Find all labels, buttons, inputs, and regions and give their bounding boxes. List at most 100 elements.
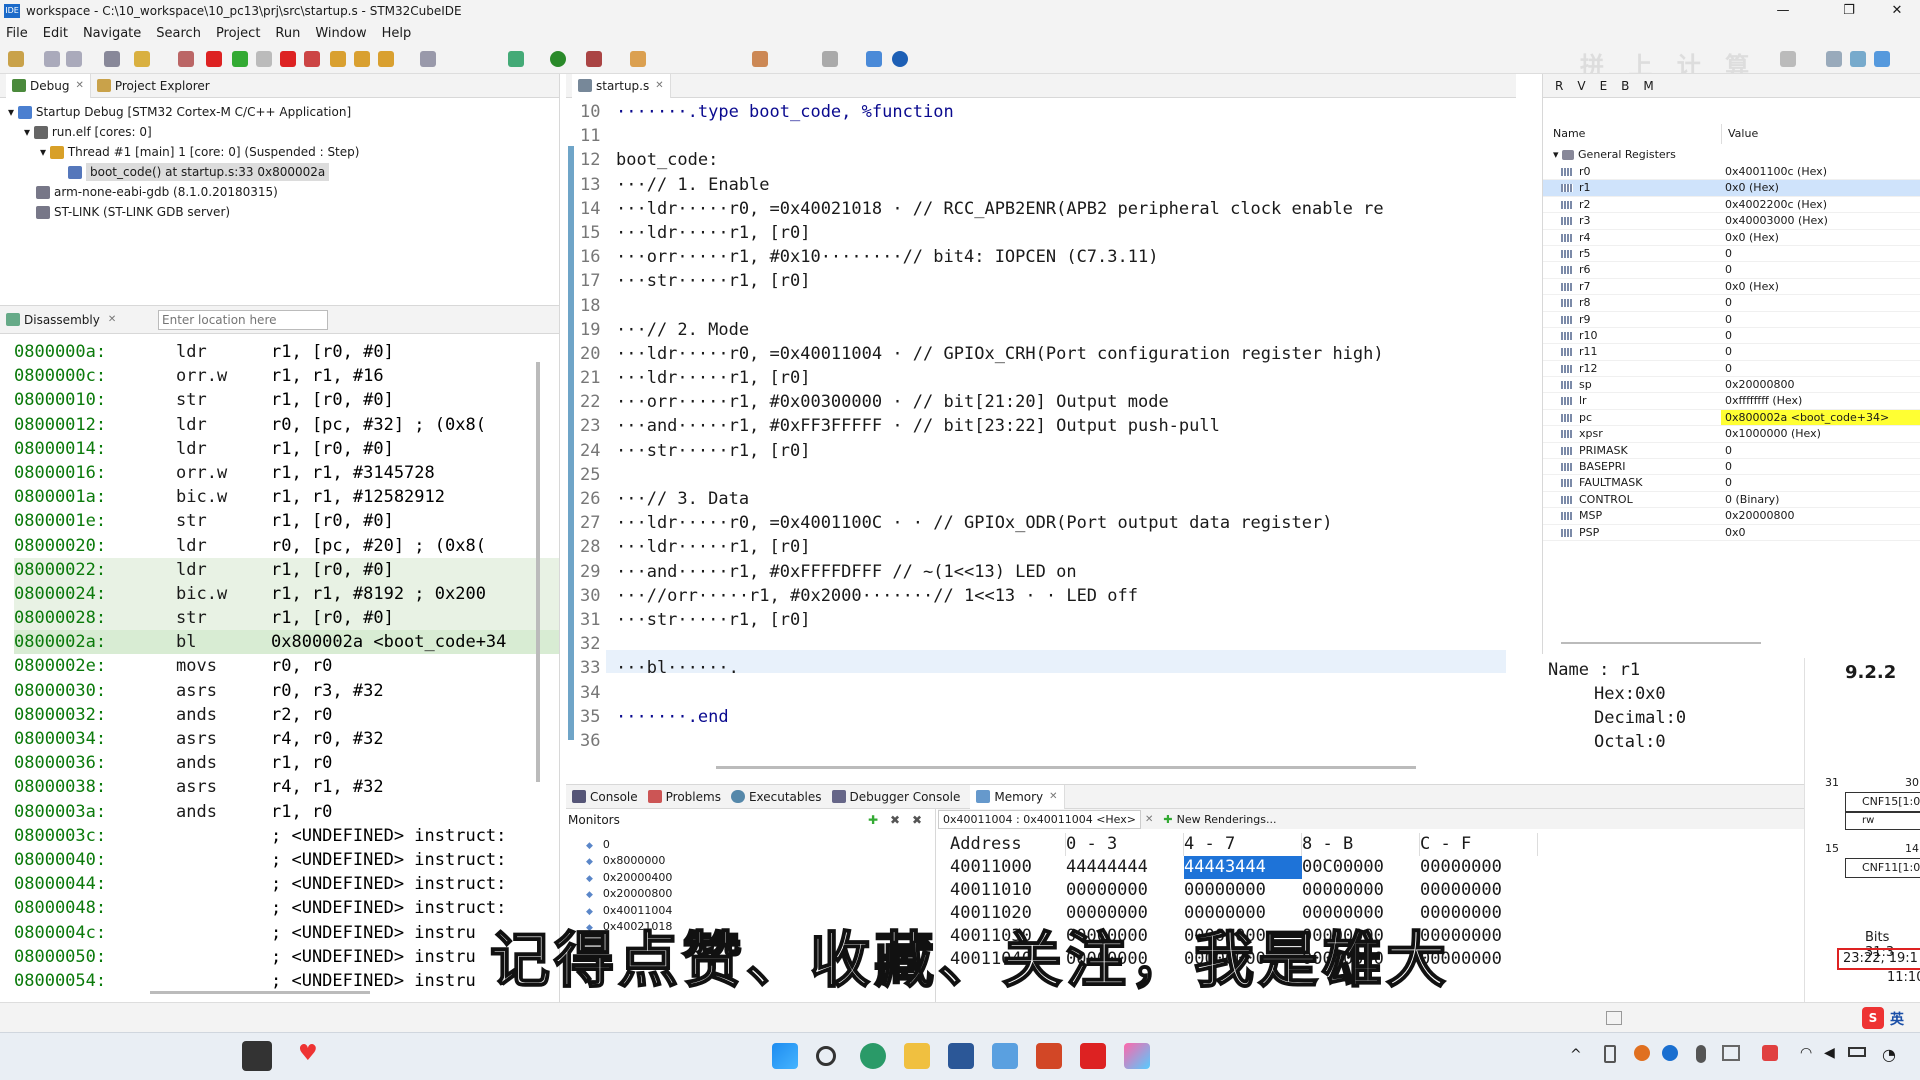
input-icon[interactable] bbox=[1722, 1045, 1740, 1061]
word-icon[interactable] bbox=[948, 1043, 974, 1069]
forward-icon[interactable] bbox=[822, 51, 838, 67]
memory-col-header[interactable]: 4 - 7 bbox=[1184, 833, 1302, 856]
disassembly-row[interactable]: 08000028: str r1, [r0, #0] bbox=[14, 606, 559, 631]
register-row-msp[interactable]: MSP 0x20000800 bbox=[1543, 508, 1920, 525]
memory-col-header[interactable]: Address bbox=[938, 833, 1066, 856]
disassembly-row[interactable]: 0800002e: movs r0, r0 bbox=[14, 654, 559, 678]
menu-edit[interactable]: Edit bbox=[43, 26, 68, 41]
h-scrollbar[interactable] bbox=[716, 766, 1416, 769]
register-value[interactable]: 0 bbox=[1721, 344, 1920, 359]
disassembly-row[interactable]: 08000044: ; <UNDEFINED> instruct: bbox=[14, 872, 559, 896]
save-all-icon[interactable] bbox=[66, 51, 82, 67]
code-line[interactable]: 16 ···orr·····r1, #0x10········// bit4: I… bbox=[576, 245, 1676, 269]
register-row-r9[interactable]: r9 0 bbox=[1543, 312, 1920, 328]
disassembly-row[interactable]: 08000022: ldr r1, [r0, #0] bbox=[14, 557, 559, 582]
windows-start-icon[interactable] bbox=[772, 1043, 798, 1069]
code-line[interactable]: 30 ···//orr·····r1, #0x2000·······// 1<<1… bbox=[576, 584, 1676, 608]
register-row-psp[interactable]: PSP 0x0 bbox=[1543, 525, 1920, 541]
code-line[interactable]: 24 ···str·····r1, [r0] bbox=[576, 439, 1676, 463]
disassembly-row[interactable]: 0800000c: orr.w r1, r1, #16 bbox=[14, 364, 559, 388]
tab-console[interactable]: Console bbox=[590, 790, 638, 804]
register-value[interactable]: 0 bbox=[1721, 459, 1920, 474]
register-row-r4[interactable]: r4 0x0 (Hex) bbox=[1543, 230, 1920, 246]
code-line[interactable]: 19 ···// 2. Mode bbox=[576, 318, 1676, 342]
tab-project-explorer[interactable]: Project Explorer bbox=[91, 74, 216, 98]
code-line[interactable]: 34 bbox=[576, 681, 1676, 705]
disassembly-row[interactable]: 08000032: ands r2, r0 bbox=[14, 703, 559, 727]
register-value[interactable]: 0x800002a <boot_code+34> bbox=[1721, 409, 1920, 426]
register-value[interactable]: 0x20000800 bbox=[1721, 377, 1920, 392]
memory-cell[interactable]: 00000000 bbox=[1184, 879, 1302, 902]
skip-breakpoints-icon[interactable] bbox=[206, 51, 222, 67]
menu-project[interactable]: Project bbox=[216, 26, 260, 41]
register-value[interactable]: 0x20000800 bbox=[1721, 508, 1920, 523]
monitor-item[interactable]: ◆ 0x8000000 bbox=[586, 853, 672, 869]
disassembly-row[interactable]: 08000030: asrs r0, r3, #32 bbox=[14, 679, 559, 703]
code-line[interactable]: 18 bbox=[576, 294, 1676, 318]
powerpoint-icon[interactable] bbox=[1036, 1043, 1062, 1069]
perspective-cpp-icon[interactable] bbox=[1826, 51, 1842, 67]
stm32cubeide-icon[interactable] bbox=[992, 1043, 1018, 1069]
register-row-r5[interactable]: r5 0 bbox=[1543, 246, 1920, 263]
tab-variables[interactable]: V bbox=[1577, 79, 1585, 93]
disassembly-row[interactable]: 0800000a: ldr r1, [r0, #0] bbox=[14, 340, 559, 364]
register-row-r7[interactable]: r7 0x0 (Hex) bbox=[1543, 279, 1920, 296]
disassembly-row[interactable]: 08000012: ldr r0, [pc, #32] ; (0x8( bbox=[14, 413, 559, 437]
close-icon[interactable]: ✕ bbox=[108, 314, 116, 325]
memory-col-header[interactable]: C - F bbox=[1420, 833, 1538, 856]
tree-gdb[interactable]: arm-none-eabi-gdb (8.1.0.20180315) bbox=[0, 182, 559, 202]
monitor-item[interactable]: ◆ 0 bbox=[586, 837, 672, 853]
tab-startup-s[interactable]: startup.s ✕ bbox=[572, 73, 671, 98]
code-line[interactable]: 28 ···ldr·····r1, [r0] bbox=[576, 535, 1676, 559]
memory-cell[interactable]: 00C00000 bbox=[1302, 856, 1420, 879]
code-line[interactable]: 14 ···ldr·····r0, =0x40021018 · // RCC_AP… bbox=[576, 197, 1676, 221]
search-icon[interactable] bbox=[816, 1046, 836, 1066]
memory-cell[interactable]: 44443444 bbox=[1184, 856, 1302, 879]
register-value[interactable]: 0x0 bbox=[1721, 525, 1920, 540]
disassembly-row[interactable]: 08000034: asrs r4, r0, #32 bbox=[14, 727, 559, 751]
print-icon[interactable] bbox=[104, 51, 120, 67]
register-value[interactable]: 0 bbox=[1721, 361, 1920, 376]
step-over-icon[interactable] bbox=[354, 51, 370, 67]
register-value[interactable]: 0x0 (Hex) bbox=[1721, 180, 1920, 195]
tab-registers[interactable]: R bbox=[1555, 79, 1563, 93]
code-line[interactable]: 10 ·······.type boot_code, %function bbox=[576, 100, 1676, 124]
terminate-icon[interactable] bbox=[280, 51, 296, 67]
disassembly-row[interactable]: 0800001a: bic.w r1, r1, #12582912 bbox=[14, 485, 559, 509]
edge-icon[interactable] bbox=[860, 1043, 886, 1069]
step-filter-icon[interactable] bbox=[178, 51, 194, 67]
microphone-icon[interactable] bbox=[1696, 1045, 1706, 1063]
pdf-icon[interactable] bbox=[1080, 1043, 1106, 1069]
menu-navigate[interactable]: Navigate bbox=[83, 26, 141, 41]
disassembly-row[interactable]: 08000016: orr.w r1, r1, #3145728 bbox=[14, 461, 559, 485]
register-value[interactable]: 0 (Binary) bbox=[1721, 492, 1920, 507]
maximize-button[interactable]: ❐ bbox=[1826, 0, 1872, 22]
memory-cell[interactable]: 00000000 bbox=[1066, 879, 1184, 902]
close-icon[interactable]: ✕ bbox=[655, 80, 663, 91]
usb-icon[interactable] bbox=[1604, 1045, 1616, 1063]
disassembly-row[interactable]: 08000050: ; <UNDEFINED> instru bbox=[14, 945, 559, 969]
scrollbar[interactable] bbox=[536, 362, 540, 782]
sogou-ime-icon[interactable]: S bbox=[1862, 1007, 1884, 1029]
menu-file[interactable]: File bbox=[6, 26, 28, 41]
heart-icon[interactable]: ♥ bbox=[298, 1041, 318, 1066]
register-value[interactable]: 0xffffffff (Hex) bbox=[1721, 393, 1920, 408]
memory-cell[interactable]: 00000000 bbox=[1302, 879, 1420, 902]
register-value[interactable]: 0x4001100c (Hex) bbox=[1721, 164, 1920, 179]
register-row-r1[interactable]: r1 0x0 (Hex) bbox=[1543, 180, 1920, 197]
code-line[interactable]: 35 ·······.end bbox=[576, 705, 1676, 729]
register-value[interactable]: 0 bbox=[1721, 246, 1920, 261]
memory-cell[interactable]: 00000000 bbox=[1420, 879, 1538, 902]
tray-chevron-icon[interactable]: ^ bbox=[1570, 1047, 1582, 1063]
memory-col-header[interactable]: 0 - 3 bbox=[1066, 833, 1184, 856]
register-row-control[interactable]: CONTROL 0 (Binary) bbox=[1543, 492, 1920, 509]
memory-col-header[interactable]: 8 - B bbox=[1302, 833, 1420, 856]
instruction-stepping-icon[interactable] bbox=[420, 51, 436, 67]
tab-memory[interactable]: Memory ✕ bbox=[970, 784, 1065, 809]
remove-all-icon[interactable]: ✖ bbox=[912, 813, 922, 827]
disconnect-icon[interactable] bbox=[304, 51, 320, 67]
register-row-xpsr[interactable]: xpsr 0x1000000 (Hex) bbox=[1543, 426, 1920, 443]
code-line[interactable]: 17 ···str·····r1, [r0] bbox=[576, 269, 1676, 293]
tree-frame[interactable]: boot_code() at startup.s:33 0x800002a bbox=[0, 162, 559, 182]
disassembly-row[interactable]: 08000024: bic.w r1, r1, #8192 ; 0x200 bbox=[14, 581, 559, 607]
